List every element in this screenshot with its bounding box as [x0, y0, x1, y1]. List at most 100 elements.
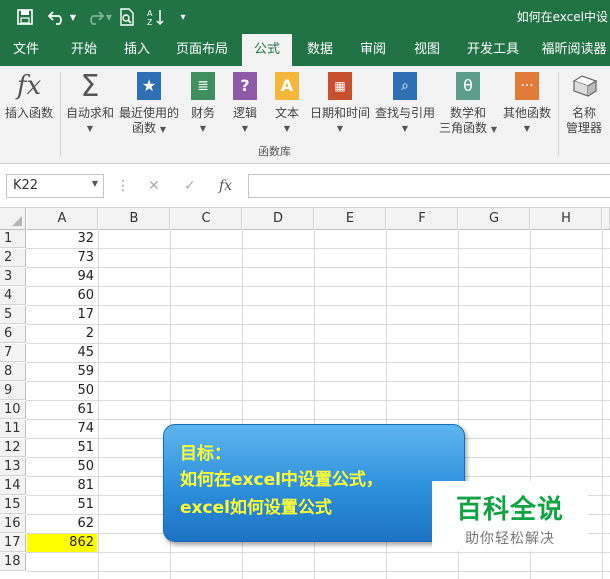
more-functions-button[interactable]: ··· 其他函数 ▼	[500, 70, 554, 136]
row-header[interactable]: 18	[0, 553, 26, 571]
calendar-icon: ▦	[325, 70, 355, 102]
text-button[interactable]: A 文本 ▼	[268, 70, 306, 136]
cell-a4[interactable]: 60	[27, 287, 97, 305]
row-header[interactable]: 12	[0, 439, 26, 457]
financial-button[interactable]: ≣ 财务 ▼	[184, 70, 222, 136]
more-icon: ···	[512, 70, 542, 102]
goal-callout: 目标： 如何在excel中设置公式， excel如何设置公式	[163, 424, 465, 542]
column-header-c[interactable]: C	[171, 208, 242, 230]
print-preview-icon[interactable]	[117, 6, 137, 28]
name-box[interactable]: K22 ▼	[6, 174, 104, 198]
column-header-h[interactable]: H	[531, 208, 602, 230]
tab-insert[interactable]: 插入	[112, 34, 162, 66]
enter-icon[interactable]: ✓	[184, 178, 196, 194]
recently-used-button[interactable]: ★ 最近使用的 函数 ▼	[116, 70, 182, 137]
svg-text:Z: Z	[147, 18, 153, 26]
column-header-f[interactable]: F	[387, 208, 458, 230]
row-header[interactable]: 9	[0, 382, 26, 400]
cancel-icon[interactable]: ✕	[148, 178, 160, 194]
autosum-button[interactable]: Σ 自动求和 ▼	[64, 70, 116, 136]
cell-a11[interactable]: 74	[27, 420, 97, 438]
tab-formulas[interactable]: 公式	[242, 34, 292, 66]
drag-handle-icon[interactable]: ⋮	[116, 178, 130, 194]
callout-heading: 目标：	[180, 444, 231, 464]
sort-icon[interactable]: AZ	[146, 6, 166, 28]
row-header[interactable]: 14	[0, 477, 26, 495]
row-header[interactable]: 10	[0, 401, 26, 419]
lookup-reference-button[interactable]: ⌕ 查找与引用 ▼	[372, 70, 438, 136]
name-manager-icon	[569, 70, 599, 102]
watermark-logo: 百科全说 助你轻松解决	[432, 481, 588, 551]
column-header-a[interactable]: A	[27, 208, 98, 230]
math-trig-button[interactable]: θ 数学和 三角函数 ▼	[438, 70, 498, 137]
function-icon: fx	[16, 70, 42, 101]
tab-view[interactable]: 视图	[404, 34, 450, 66]
column-header-b[interactable]: B	[99, 208, 170, 230]
name-manager-button[interactable]: 名称 管理器	[562, 70, 606, 136]
column-header-e[interactable]: E	[315, 208, 386, 230]
row-header[interactable]: 17	[0, 534, 26, 552]
undo-dropdown-icon[interactable]: ▼	[68, 6, 78, 28]
row-header[interactable]: 3	[0, 268, 26, 286]
cell-a2[interactable]: 73	[27, 249, 97, 267]
ribbon-tabs: 文件 开始 插入 页面布局 公式 数据 审阅 视图 开发工具 福昕阅读器	[0, 34, 610, 66]
tab-page-layout[interactable]: 页面布局	[170, 34, 234, 66]
theta-icon: θ	[453, 70, 483, 102]
row-header[interactable]: 7	[0, 344, 26, 362]
column-header-g[interactable]: G	[459, 208, 530, 230]
cell-a12[interactable]: 51	[27, 439, 97, 457]
watermark-title: 百科全说	[455, 495, 564, 525]
cell-a17-highlighted[interactable]: 862	[27, 534, 97, 552]
cell-a6[interactable]: 2	[27, 325, 97, 343]
logical-button[interactable]: ? 逻辑 ▼	[226, 70, 264, 136]
save-icon[interactable]	[14, 6, 36, 28]
tab-review[interactable]: 审阅	[350, 34, 396, 66]
row-header[interactable]: 6	[0, 325, 26, 343]
tab-foxit-reader[interactable]: 福昕阅读器	[538, 34, 610, 66]
logical-icon: ?	[230, 70, 260, 102]
lookup-icon: ⌕	[390, 70, 420, 102]
tab-home[interactable]: 开始	[58, 34, 110, 66]
row-header[interactable]: 4	[0, 287, 26, 305]
customize-toolbar-icon[interactable]: ▾	[176, 6, 190, 28]
row-header[interactable]: 1	[0, 230, 26, 248]
undo-icon[interactable]	[46, 6, 68, 28]
cell-a13[interactable]: 50	[27, 458, 97, 476]
tab-data[interactable]: 数据	[296, 34, 344, 66]
cell-a3[interactable]: 94	[27, 268, 97, 286]
row-header[interactable]: 11	[0, 420, 26, 438]
cell-a7[interactable]: 45	[27, 344, 97, 362]
title-bar: ▼ ▼ AZ ▾ 如何在excel中设	[0, 0, 610, 34]
redo-dropdown-icon[interactable]: ▼	[104, 6, 114, 28]
cell-a14[interactable]: 81	[27, 477, 97, 495]
select-all-corner[interactable]	[0, 208, 26, 230]
column-header-d[interactable]: D	[243, 208, 314, 230]
redo-icon[interactable]	[84, 6, 106, 28]
row-header[interactable]: 2	[0, 249, 26, 267]
insert-function-button[interactable]: fx 插入函数	[2, 70, 56, 121]
cell-a15[interactable]: 51	[27, 496, 97, 514]
row-header[interactable]: 8	[0, 363, 26, 381]
cell-a18[interactable]	[27, 553, 97, 571]
insert-function-icon[interactable]: fx	[219, 178, 232, 194]
group-label: 函数库	[258, 145, 291, 158]
window-title: 如何在excel中设	[516, 10, 608, 24]
cell-a10[interactable]: 61	[27, 401, 97, 419]
date-time-button[interactable]: ▦ 日期和时间 ▼	[308, 70, 372, 136]
row-header[interactable]: 13	[0, 458, 26, 476]
watermark-subtitle: 助你轻松解决	[465, 531, 555, 547]
financial-icon: ≣	[188, 70, 218, 102]
formula-input[interactable]	[248, 174, 610, 198]
chevron-down-icon[interactable]: ▼	[92, 179, 98, 188]
cell-a9[interactable]: 50	[27, 382, 97, 400]
tab-file[interactable]: 文件	[0, 34, 52, 66]
cell-a8[interactable]: 59	[27, 363, 97, 381]
cell-a1[interactable]: 32	[27, 230, 97, 248]
callout-line: 如何在excel中设置公式，	[180, 470, 383, 490]
cell-a5[interactable]: 17	[27, 306, 97, 324]
row-header[interactable]: 16	[0, 515, 26, 533]
row-header[interactable]: 15	[0, 496, 26, 514]
cell-a16[interactable]: 62	[27, 515, 97, 533]
row-header[interactable]: 5	[0, 306, 26, 324]
tab-developer[interactable]: 开发工具	[460, 34, 526, 66]
